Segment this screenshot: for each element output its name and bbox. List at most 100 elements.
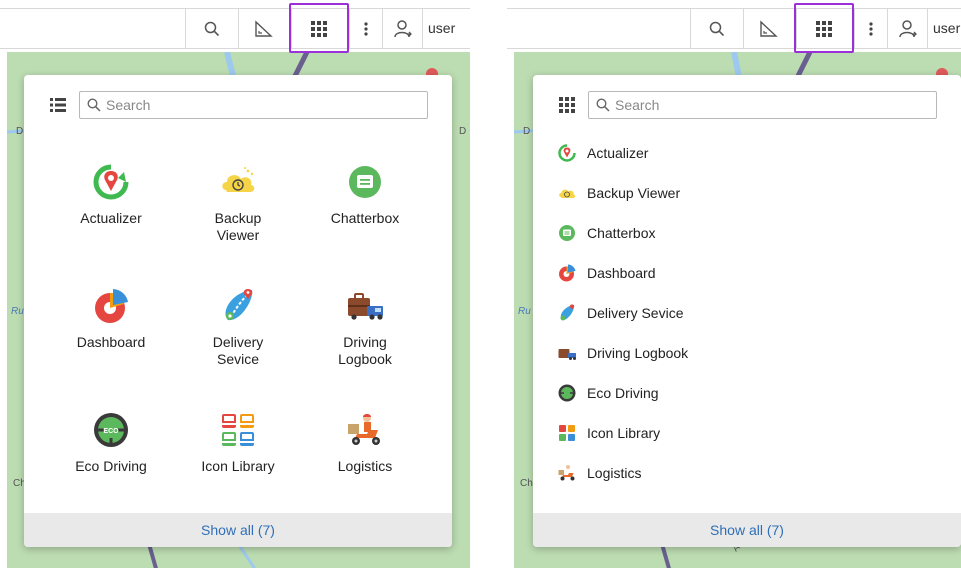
app-tile-delivery-service[interactable]: Delivery Sevice [178,286,298,368]
map-label-ru: Ru [518,306,531,317]
list-item-label: Actualizer [587,145,649,161]
user-button[interactable] [887,9,927,48]
app-tile-actualizer[interactable]: Actualizer [51,162,171,227]
top-toolbar: user [507,8,961,49]
search-icon [596,98,610,112]
list-view-toggle-icon[interactable] [50,97,66,113]
show-all-link[interactable]: Show all (7) [533,513,961,547]
measure-icon [760,19,778,37]
app-launcher-panel: Actualizer Backup Viewer Chatterbox Dash… [533,75,961,547]
top-toolbar: user [0,8,470,49]
svg-text:ECO: ECO [103,428,119,435]
list-item-label: Logistics [587,465,642,481]
logistics-icon [558,465,575,481]
app-label: Eco Driving [75,458,147,474]
app-tile-backup-viewer[interactable]: Backup Viewer [178,162,298,244]
list-item-driving-logbook[interactable]: Driving Logbook [557,342,688,364]
delivery-service-icon [225,289,253,321]
measure-icon [255,19,273,37]
launcher-grid-view: D D Ru Ch user Search Actualizer Backup … [0,0,470,568]
launcher-search-row [533,91,961,119]
app-label: Delivery Sevice [212,334,264,367]
app-launcher-panel: Actualizer BackupViewer Chatterbox [24,75,452,547]
actualizer-icon [93,164,129,200]
user-name-button[interactable]: user [422,9,470,48]
launcher-search-box[interactable] [79,91,428,119]
backup-viewer-icon [559,189,576,198]
show-all-link[interactable]: Show all (7) [24,513,452,547]
chatterbox-icon [559,225,575,241]
list-item-label: Delivery Sevice [587,305,684,321]
app-tile-logistics[interactable]: Logistics [305,410,425,475]
chatterbox-icon [349,166,381,198]
more-menu-button[interactable] [854,9,887,48]
backup-viewer-icon [222,167,255,192]
actualizer-icon [558,144,576,162]
launcher-search-box[interactable] [588,91,937,119]
list-item-delivery-service[interactable]: Delivery Sevice [557,302,683,324]
apps-button-highlight [794,3,854,53]
user-icon [898,19,917,37]
grid-view-toggle-icon[interactable] [559,97,575,113]
app-label: Backup Viewer [214,210,262,243]
list-item-label: Chatterbox [587,225,656,241]
map-label-d-right: D [459,126,466,137]
eco-driving-icon [558,384,576,402]
app-label: Actualizer [80,210,142,226]
list-item-actualizer[interactable]: Actualizer [557,142,648,164]
map-label-d-left: D [523,126,530,137]
driving-logbook-icon [348,293,383,320]
search-button[interactable] [690,9,743,48]
app-tile-eco-driving[interactable]: ECO Eco Driving [51,410,171,475]
apps-button-highlight [289,3,349,53]
map-label-d-left: D [16,126,23,137]
search-button[interactable] [185,9,238,48]
list-item-dashboard[interactable]: Dashboard [557,262,656,284]
app-tile-icon-library[interactable]: Icon Library [178,410,298,475]
measure-button[interactable] [743,9,792,48]
map-label-ch: Ch [520,478,533,489]
list-item-label: Driving Logbook [587,345,689,361]
launcher-list-view: D Ru Ch A6 user [507,0,961,568]
list-item-label: Eco Driving [587,385,659,401]
icon-library-icon [222,414,254,446]
driving-logbook-icon [558,349,576,360]
eco-driving-icon: ECO [94,413,128,447]
dashboard-icon [95,289,128,323]
app-label: Logistics [337,458,393,474]
app-label: Icon Library [201,458,275,474]
user-name-button[interactable]: user [927,9,961,48]
more-vertical-icon [364,21,368,36]
map-label-ru: Ru [11,306,24,317]
measure-button[interactable] [238,9,287,48]
more-vertical-icon [869,21,873,36]
list-item-logistics[interactable]: Logistics [557,462,641,484]
list-item-label: Icon Library [587,425,661,441]
user-name-label: user [933,20,961,36]
list-item-label: Backup Viewer [587,185,681,201]
app-label: Dashboard [76,334,146,350]
launcher-search-input[interactable] [106,95,421,115]
list-item-icon-library[interactable]: Icon Library [557,422,660,444]
user-icon [393,19,412,37]
more-menu-button[interactable] [349,9,382,48]
app-tile-driving-logbook[interactable]: Driving Logbook [305,286,425,368]
list-item-backup-viewer[interactable]: Backup Viewer [557,182,680,204]
app-tile-chatterbox[interactable]: Chatterbox [305,162,425,227]
user-button[interactable] [382,9,422,48]
list-item-label: Dashboard [587,265,656,281]
icon-library-icon [559,425,575,441]
app-label: Chatterbox [330,210,400,226]
dashboard-icon [559,264,576,282]
app-tile-dashboard[interactable]: Dashboard [51,286,171,351]
launcher-search-row [24,91,452,119]
list-item-chatterbox[interactable]: Chatterbox [557,222,655,244]
launcher-search-input[interactable] [615,95,930,115]
search-icon [87,98,101,112]
user-name-label: user [428,20,456,36]
logistics-icon [348,414,380,445]
delivery-service-icon [560,304,575,321]
search-icon [709,21,725,36]
list-item-eco-driving[interactable]: Eco Driving [557,382,659,404]
search-icon [204,21,220,36]
